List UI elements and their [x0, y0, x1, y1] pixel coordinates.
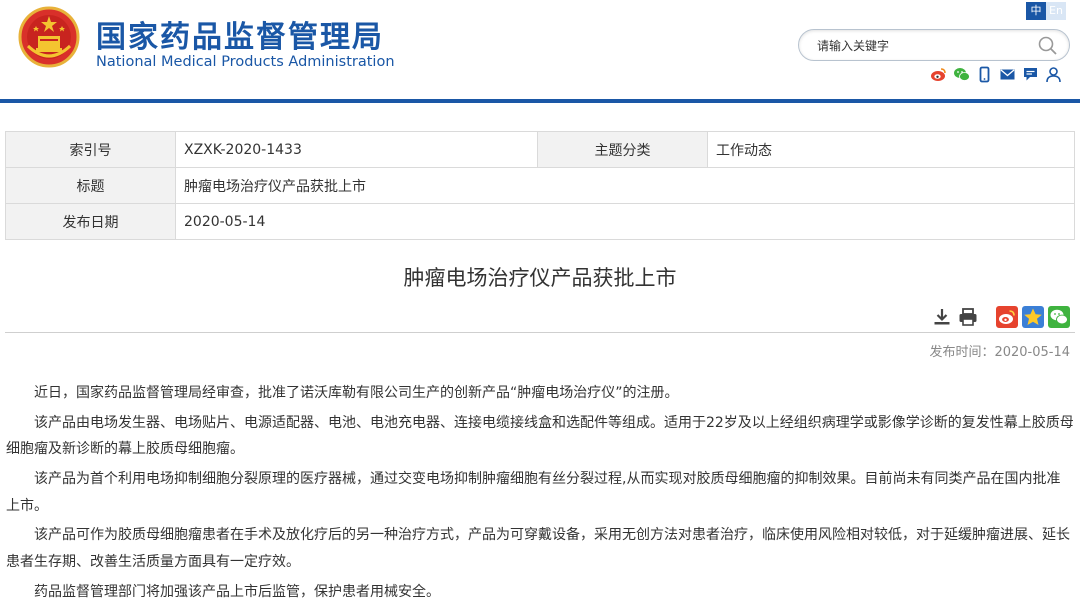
date-label: 发布日期: [5, 203, 176, 240]
header-tools: [930, 66, 1062, 83]
national-emblem-icon[interactable]: [18, 6, 80, 68]
date-value: 2020-05-14: [175, 203, 1075, 240]
search-icon[interactable]: [1037, 35, 1059, 57]
info-row-title: 标题 肿瘤电场治疗仪产品获批上市: [5, 167, 1075, 204]
weibo-icon[interactable]: [930, 66, 947, 83]
title-label: 标题: [5, 167, 176, 204]
language-switch: 中 En: [1026, 2, 1066, 20]
article-paragraph: 该产品可作为胶质母细胞瘤患者在手术及放化疗后的另一种治疗方式，产品为可穿戴设备，…: [6, 527, 1070, 570]
mail-icon[interactable]: [999, 66, 1016, 83]
site-header: 国家药品监督管理局 National Medical Products Admi…: [0, 0, 1080, 100]
site-name-cn[interactable]: 国家药品监督管理局: [96, 12, 384, 56]
message-icon[interactable]: [1022, 66, 1039, 83]
index-label: 索引号: [5, 131, 176, 168]
article-paragraph: 药品监督管理部门将加强该产品上市后监管，保护患者用械安全。: [34, 583, 440, 600]
mobile-icon[interactable]: [976, 66, 993, 83]
share-weibo-icon[interactable]: [996, 306, 1018, 328]
site-name-en[interactable]: National Medical Products Administration: [96, 54, 395, 70]
article-paragraph: 该产品为首个利用电场抑制细胞分裂原理的医疗器械，通过交变电场抑制肿瘤细胞有丝分裂…: [6, 471, 1061, 514]
publish-date: 发布时间：2020-05-14: [929, 345, 1070, 360]
header-divider: [0, 99, 1080, 103]
print-icon[interactable]: [958, 307, 978, 327]
info-row-index: 索引号 XZXK-2020-1433 主题分类 工作动态: [5, 131, 1075, 168]
article-tools: [932, 306, 1070, 328]
search-input[interactable]: [817, 36, 1027, 56]
article-paragraph: 近日，国家药品监督管理局经审查，批准了诺沃库勒有限公司生产的创新产品“肿瘤电场治…: [34, 385, 679, 401]
info-row-date: 发布日期 2020-05-14: [5, 203, 1075, 240]
wechat-icon[interactable]: [953, 66, 970, 83]
search-box: [798, 29, 1070, 61]
title-divider: [5, 332, 1075, 333]
lang-en-button[interactable]: En: [1046, 2, 1066, 20]
article-body: 近日，国家药品监督管理局经审查，批准了诺沃库勒有限公司生产的创新产品“肿瘤电场治…: [6, 380, 1074, 608]
info-table: 索引号 XZXK-2020-1433 主题分类 工作动态 标题 肿瘤电场治疗仪产…: [5, 131, 1075, 240]
share-wechat-icon[interactable]: [1048, 306, 1070, 328]
category-label: 主题分类: [537, 131, 708, 168]
download-icon[interactable]: [932, 307, 952, 327]
user-icon[interactable]: [1045, 66, 1062, 83]
title-value: 肿瘤电场治疗仪产品获批上市: [175, 167, 1075, 204]
index-value: XZXK-2020-1433: [175, 131, 538, 168]
category-value: 工作动态: [707, 131, 1075, 168]
article-title: 肿瘤电场治疗仪产品获批上市: [403, 266, 677, 290]
share-qzone-icon[interactable]: [1022, 306, 1044, 328]
article-paragraph: 该产品由电场发生器、电场贴片、电源适配器、电池、电池充电器、连接电缆接线盒和选配…: [6, 414, 1074, 458]
lang-zh-button[interactable]: 中: [1026, 2, 1046, 20]
